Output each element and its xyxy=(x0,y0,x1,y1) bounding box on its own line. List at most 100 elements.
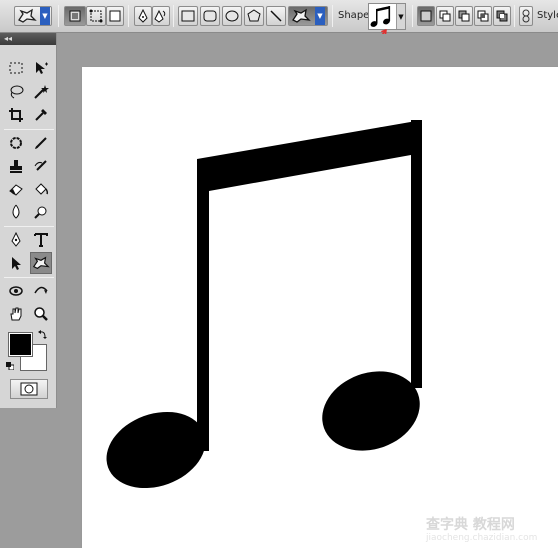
pen-icon xyxy=(138,9,148,23)
move-arrow-icon xyxy=(36,62,48,74)
paint-bucket-icon xyxy=(35,183,49,195)
path-selection-arrow-icon xyxy=(12,257,21,270)
stamp-icon xyxy=(10,160,22,173)
paths-icon xyxy=(89,9,103,23)
brush-tool[interactable] xyxy=(30,132,52,154)
history-brush-tool[interactable] xyxy=(30,155,52,177)
magic-wand-tool[interactable] xyxy=(30,81,52,103)
chain-link-icon xyxy=(522,9,530,23)
eraser-tool[interactable] xyxy=(5,178,27,200)
custom-shape-tool[interactable] xyxy=(30,252,52,274)
type-tool[interactable] xyxy=(30,229,52,251)
3d-orbit-icon xyxy=(34,286,48,294)
fill-pixels-icon xyxy=(109,10,121,22)
clone-stamp-tool[interactable] xyxy=(5,155,27,177)
chevron-down-icon: ▼ xyxy=(315,7,325,25)
pen-tool[interactable] xyxy=(5,229,27,251)
subtract-from-shape-area-button[interactable] xyxy=(455,6,473,26)
default-colors-icon xyxy=(6,362,15,371)
intersect-shape-areas-button[interactable] xyxy=(474,6,492,26)
dodge-tool[interactable] xyxy=(30,201,52,223)
healing-brush-icon xyxy=(10,137,22,149)
foreground-color-swatch[interactable] xyxy=(8,332,33,357)
link-style-button[interactable] xyxy=(519,6,533,26)
hand-icon xyxy=(10,307,22,321)
marquee-tool[interactable] xyxy=(5,57,27,79)
style-label: Style xyxy=(537,10,558,21)
quick-mask-button[interactable] xyxy=(10,379,48,399)
magnifier-icon xyxy=(34,307,48,321)
3d-orbit-tool[interactable] xyxy=(30,280,52,302)
lasso-icon xyxy=(10,85,24,99)
rectangle-icon xyxy=(181,10,195,22)
music-note-shape xyxy=(106,120,422,489)
rectangular-marquee-icon xyxy=(9,62,23,74)
ellipse-tool-button[interactable] xyxy=(222,6,242,26)
tool-preset-picker[interactable]: ▼ xyxy=(14,6,52,26)
note-stem-left xyxy=(197,159,209,451)
3d-rotate-tool[interactable] xyxy=(5,280,27,302)
rectangle-tool-button[interactable] xyxy=(178,6,198,26)
move-tool[interactable] xyxy=(30,57,52,79)
pen-tool-button[interactable] xyxy=(134,6,152,26)
blur-drop-icon xyxy=(12,204,20,219)
lasso-tool[interactable] xyxy=(5,81,27,103)
music-note-icon xyxy=(370,5,391,27)
path-selection-tool[interactable] xyxy=(5,252,27,274)
create-new-shape-layer-button[interactable] xyxy=(417,6,435,26)
swap-colors-button[interactable] xyxy=(38,329,48,339)
add-to-shape-area-button[interactable] xyxy=(436,6,454,26)
intersect-shape-icon xyxy=(477,10,489,22)
paint-bucket-tool[interactable] xyxy=(30,178,52,200)
shape-layers-icon xyxy=(69,10,81,22)
custom-shape-icon xyxy=(292,8,311,23)
ellipse-icon xyxy=(225,10,239,22)
rounded-rectangle-tool-button[interactable] xyxy=(200,6,220,26)
exclude-shape-icon xyxy=(496,10,508,22)
custom-shape-icon xyxy=(18,8,37,23)
crop-icon xyxy=(9,108,23,122)
3d-rotate-icon xyxy=(9,286,23,296)
add-shape-area-icon xyxy=(439,10,451,22)
options-bar: ▼ ▼ Shape: ▼ Styl xyxy=(0,0,558,45)
eyedropper-tool[interactable] xyxy=(30,104,52,126)
quick-mask-icon xyxy=(20,382,38,396)
dodge-icon xyxy=(34,206,47,219)
canvas-area xyxy=(57,34,558,548)
watermark-url: jiaocheng.chazidian.com xyxy=(426,533,538,543)
freeform-pen-button[interactable] xyxy=(152,6,170,26)
polygon-icon xyxy=(247,9,261,22)
chevron-down-icon: ▼ xyxy=(40,7,50,25)
shape-picker[interactable]: ▼ xyxy=(368,3,406,30)
fill-pixels-button[interactable] xyxy=(106,6,124,26)
custom-shape-icon xyxy=(32,256,50,270)
rounded-rectangle-icon xyxy=(203,10,217,22)
magic-wand-icon xyxy=(34,85,49,99)
document-canvas[interactable] xyxy=(82,67,558,548)
exclude-overlapping-shape-areas-button[interactable] xyxy=(493,6,511,26)
shape-layers-button[interactable] xyxy=(64,6,86,26)
chevron-down-icon: ▼ xyxy=(396,4,405,29)
line-tool-button[interactable] xyxy=(266,6,286,26)
custom-shape-tool-button[interactable]: ▼ xyxy=(288,6,328,26)
polygon-tool-button[interactable] xyxy=(244,6,264,26)
subtract-shape-area-icon xyxy=(458,10,470,22)
freeform-pen-icon xyxy=(154,9,166,23)
default-colors-button[interactable] xyxy=(6,361,15,371)
watermark-text: 查字典 教程网 xyxy=(426,517,515,533)
crop-tool[interactable] xyxy=(5,104,27,126)
type-icon xyxy=(34,233,48,247)
hand-tool[interactable] xyxy=(5,303,27,325)
blur-tool[interactable] xyxy=(5,201,27,223)
brush-icon xyxy=(35,137,47,149)
paths-button[interactable] xyxy=(86,6,106,26)
pen-icon xyxy=(11,232,21,247)
line-icon xyxy=(270,10,282,22)
eraser-icon xyxy=(9,184,23,196)
history-brush-icon xyxy=(34,160,47,171)
zoom-tool[interactable] xyxy=(30,303,52,325)
tools-panel: ◂◂ xyxy=(0,33,57,408)
tools-panel-header[interactable]: ◂◂ xyxy=(0,33,56,45)
new-shape-layer-icon xyxy=(420,10,432,22)
healing-brush-tool[interactable] xyxy=(5,132,27,154)
